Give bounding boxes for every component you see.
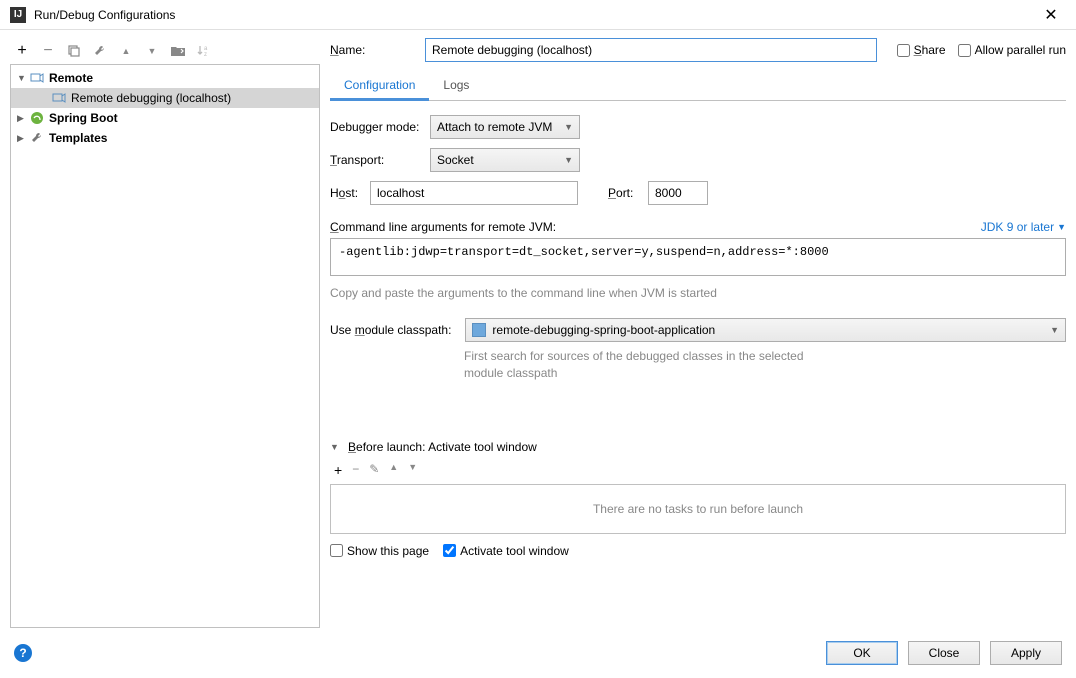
- jdk-version-link[interactable]: JDK 9 or later ▼: [981, 220, 1066, 234]
- move-up-button[interactable]: ▲: [118, 43, 134, 59]
- tree-label: Remote: [49, 71, 93, 85]
- chevron-down-icon: ▼: [564, 122, 573, 132]
- move-task-up-button[interactable]: ▲: [389, 462, 398, 478]
- activate-tool-window-checkbox[interactable]: Activate tool window: [443, 544, 569, 558]
- spring-icon: [29, 110, 45, 126]
- name-label: Name:: [330, 43, 425, 57]
- app-icon: IJ: [10, 7, 26, 23]
- apply-button[interactable]: Apply: [990, 641, 1062, 665]
- port-input[interactable]: [648, 181, 708, 205]
- chevron-down-icon[interactable]: ▼: [17, 73, 29, 83]
- share-checkbox[interactable]: Share: [897, 43, 946, 57]
- chevron-down-icon: ▼: [564, 155, 573, 165]
- move-task-down-button[interactable]: ▼: [408, 462, 417, 478]
- svg-text:z: z: [204, 52, 207, 58]
- dialog-footer: ? OK Close Apply: [0, 628, 1076, 678]
- add-task-button[interactable]: +: [334, 462, 342, 478]
- tab-configuration[interactable]: Configuration: [330, 72, 429, 101]
- wrench-icon: [29, 130, 45, 146]
- chevron-right-icon[interactable]: ▶: [17, 133, 29, 144]
- host-input[interactable]: [370, 181, 578, 205]
- show-this-page-checkbox[interactable]: Show this page: [330, 544, 429, 558]
- tab-logs[interactable]: Logs: [429, 72, 483, 100]
- module-icon: [472, 323, 486, 337]
- tasks-list: There are no tasks to run before launch: [330, 484, 1066, 534]
- tree-label: Spring Boot: [49, 111, 118, 125]
- move-down-button[interactable]: ▼: [144, 43, 160, 59]
- chevron-right-icon[interactable]: ▶: [17, 113, 29, 124]
- module-hint: First search for sources of the debugged…: [464, 348, 1066, 382]
- tabs: Configuration Logs: [330, 72, 1066, 101]
- chevron-down-icon: ▼: [330, 442, 340, 452]
- help-button[interactable]: ?: [14, 644, 32, 662]
- debugger-mode-label: Debugger mode:: [330, 120, 430, 134]
- sort-icon[interactable]: az: [196, 43, 212, 59]
- window-title: Run/Debug Configurations: [34, 8, 1036, 22]
- module-classpath-select[interactable]: remote-debugging-spring-boot-application…: [465, 318, 1066, 342]
- port-label: Port:: [608, 186, 648, 200]
- allow-parallel-checkbox[interactable]: Allow parallel run: [958, 43, 1066, 57]
- remove-config-button[interactable]: −: [40, 43, 56, 59]
- config-tree[interactable]: ▼ Remote Remote debugging (localhost) ▶: [10, 64, 320, 628]
- copy-hint: Copy and paste the arguments to the comm…: [330, 286, 1066, 300]
- titlebar: IJ Run/Debug Configurations ✕: [0, 0, 1076, 30]
- module-classpath-label: Use module classpath:: [330, 323, 451, 337]
- transport-label: Transport:: [330, 153, 430, 167]
- before-launch-label: Before launch: Activate tool window: [348, 440, 537, 454]
- remove-task-button[interactable]: −: [352, 462, 359, 478]
- config-toolbar: + − ▲ ▼ az: [10, 38, 320, 64]
- tree-item-spring-boot[interactable]: ▶ Spring Boot: [11, 108, 319, 128]
- before-launch-toolbar: + − ✎ ▲ ▼: [330, 460, 1066, 480]
- add-config-button[interactable]: +: [14, 43, 30, 59]
- debugger-mode-select[interactable]: Attach to remote JVM▼: [430, 115, 580, 139]
- close-button[interactable]: Close: [908, 641, 980, 665]
- chevron-down-icon: ▼: [1057, 222, 1066, 232]
- before-launch-header[interactable]: ▼ Before launch: Activate tool window: [330, 440, 1066, 454]
- copy-config-button[interactable]: [66, 43, 82, 59]
- name-input[interactable]: [425, 38, 877, 62]
- tree-label: Templates: [49, 131, 107, 145]
- tree-label: Remote debugging (localhost): [71, 91, 231, 105]
- tasks-empty-label: There are no tasks to run before launch: [593, 502, 803, 516]
- folder-icon[interactable]: [170, 43, 186, 59]
- remote-icon: [29, 70, 45, 86]
- close-icon[interactable]: ✕: [1036, 5, 1066, 25]
- cmd-args-box[interactable]: -agentlib:jdwp=transport=dt_socket,serve…: [330, 238, 1066, 276]
- tree-item-remote[interactable]: ▼ Remote: [11, 68, 319, 88]
- wrench-icon[interactable]: [92, 43, 108, 59]
- transport-select[interactable]: Socket▼: [430, 148, 580, 172]
- host-label: Host:: [330, 186, 370, 200]
- tree-item-templates[interactable]: ▶ Templates: [11, 128, 319, 148]
- chevron-down-icon: ▼: [1050, 325, 1059, 335]
- ok-button[interactable]: OK: [826, 641, 898, 665]
- tree-item-remote-debugging[interactable]: Remote debugging (localhost): [11, 88, 319, 108]
- cmd-args-label: Command line arguments for remote JVM:: [330, 220, 556, 234]
- edit-task-button[interactable]: ✎: [369, 462, 379, 478]
- remote-icon: [51, 90, 67, 106]
